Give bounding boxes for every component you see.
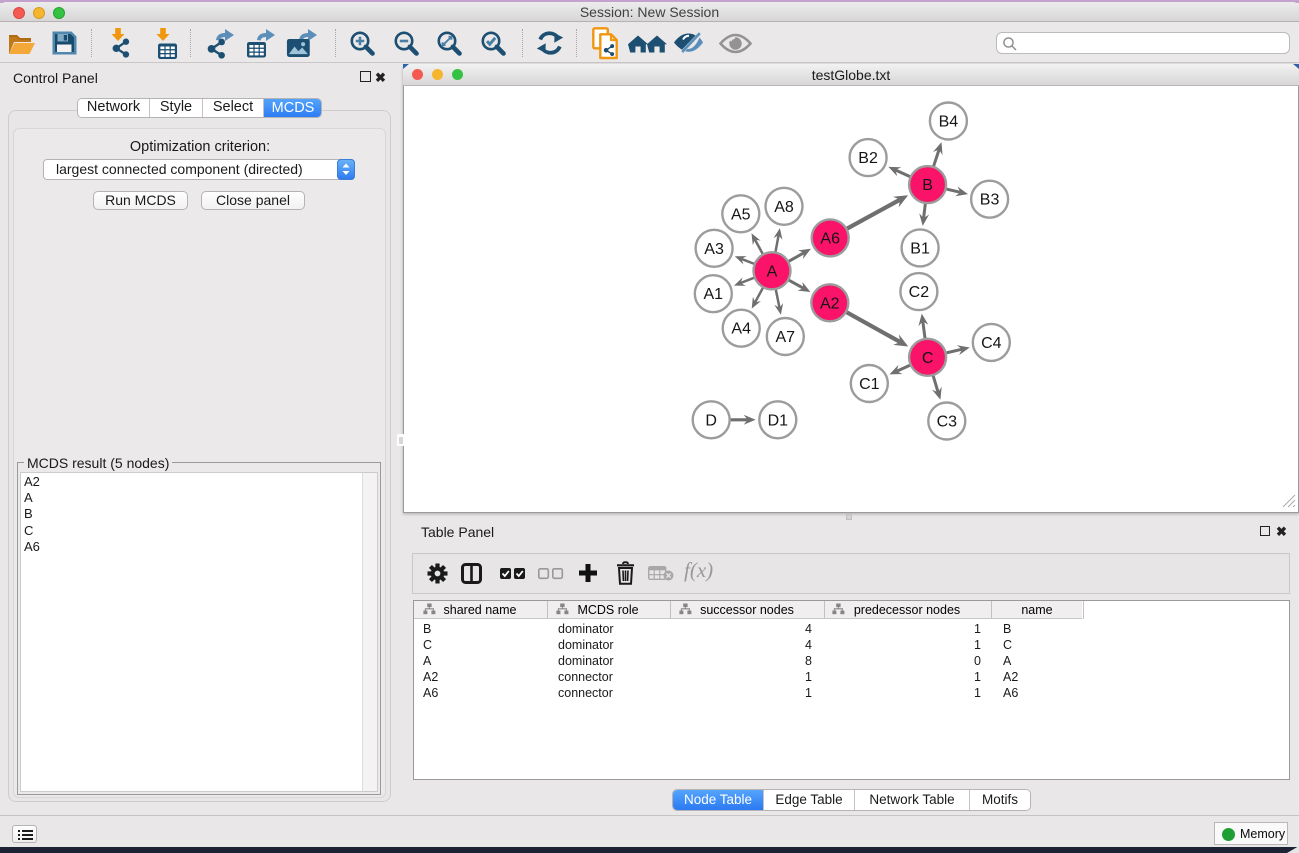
- svg-text:B: B: [922, 177, 933, 194]
- svg-text:C3: C3: [937, 414, 958, 431]
- svg-text:C2: C2: [909, 284, 930, 301]
- svg-text:C: C: [922, 350, 934, 367]
- svg-text:A1: A1: [704, 286, 724, 303]
- svg-text:C1: C1: [859, 376, 880, 393]
- svg-text:B3: B3: [980, 192, 1000, 209]
- svg-text:B4: B4: [939, 114, 959, 131]
- svg-text:B2: B2: [858, 150, 878, 167]
- svg-text:A2: A2: [820, 295, 840, 312]
- svg-text:A6: A6: [820, 230, 840, 247]
- svg-text:B1: B1: [910, 240, 930, 257]
- svg-text:A7: A7: [776, 329, 796, 346]
- svg-text:A: A: [767, 263, 778, 280]
- svg-text:A4: A4: [731, 321, 751, 338]
- svg-text:D1: D1: [768, 412, 789, 429]
- svg-text:C4: C4: [981, 335, 1002, 352]
- svg-text:A8: A8: [774, 199, 794, 216]
- svg-text:A5: A5: [731, 206, 751, 223]
- svg-text:A3: A3: [704, 241, 724, 258]
- svg-text:D: D: [705, 412, 717, 429]
